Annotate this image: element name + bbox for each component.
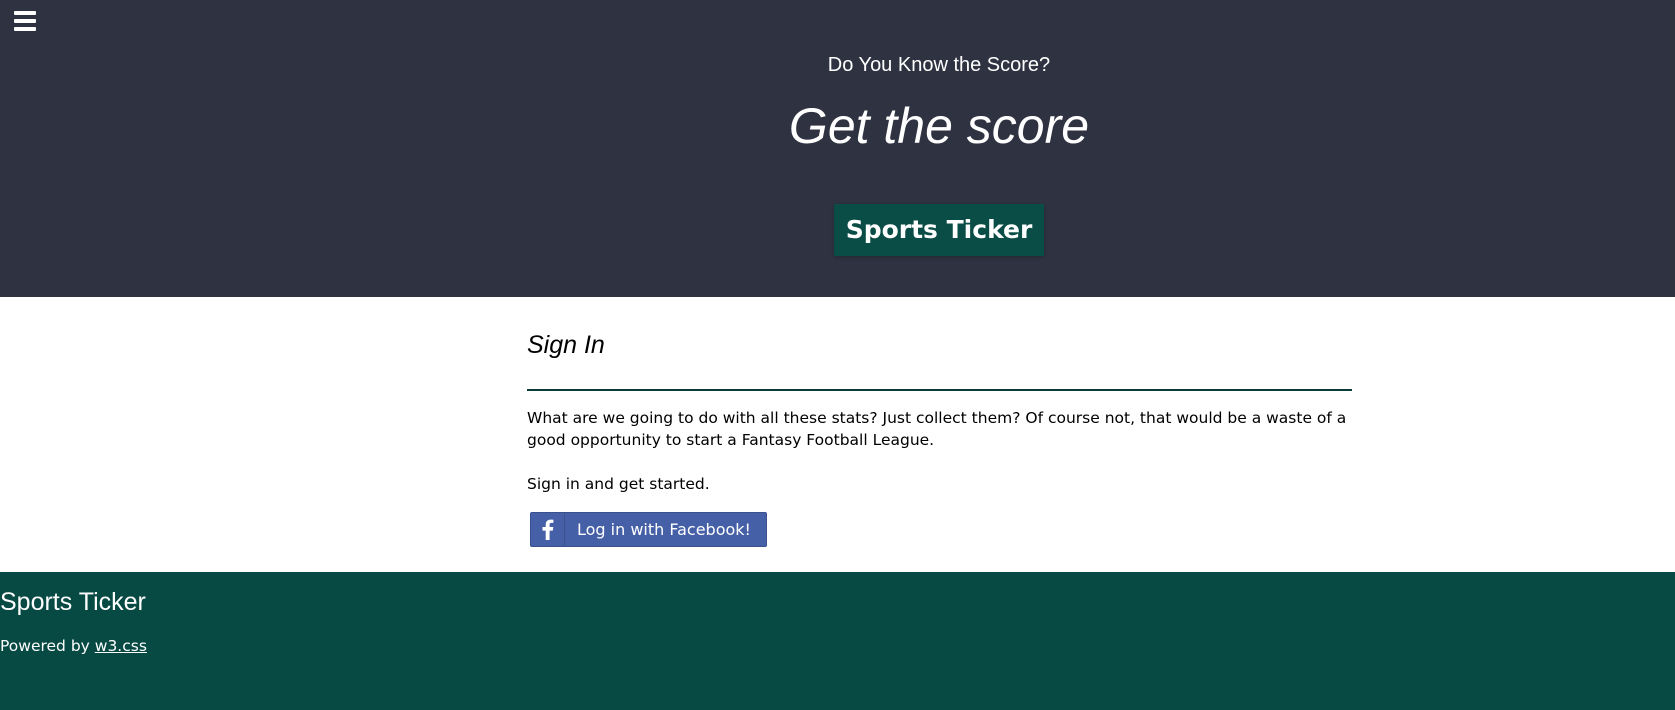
hero-title: Get the score [788, 98, 1090, 154]
footer-powered-by: Powered by w3.css [0, 636, 147, 656]
signin-description: What are we going to do with all these s… [527, 409, 1347, 449]
facebook-login-label: Log in with Facebook! [577, 520, 751, 539]
page-header: Do You Know the Score? Get the score Spo… [0, 0, 1675, 297]
signin-heading: Sign In [527, 331, 605, 359]
facebook-f-icon [531, 513, 565, 546]
section-divider [527, 389, 1352, 391]
page-footer: Sports Ticker Powered by w3.css [0, 572, 1675, 710]
footer-title: Sports Ticker [0, 588, 146, 616]
header-tagline: Do You Know the Score? [827, 54, 1051, 76]
signin-prompt: Sign in and get started. [527, 475, 710, 493]
facebook-login-button[interactable]: Log in with Facebook! [530, 512, 767, 547]
powered-by-text: Powered by [0, 637, 95, 655]
sports-ticker-button[interactable]: Sports Ticker [834, 204, 1044, 256]
hamburger-menu-icon[interactable] [14, 10, 36, 32]
w3css-link[interactable]: w3.css [95, 637, 147, 655]
